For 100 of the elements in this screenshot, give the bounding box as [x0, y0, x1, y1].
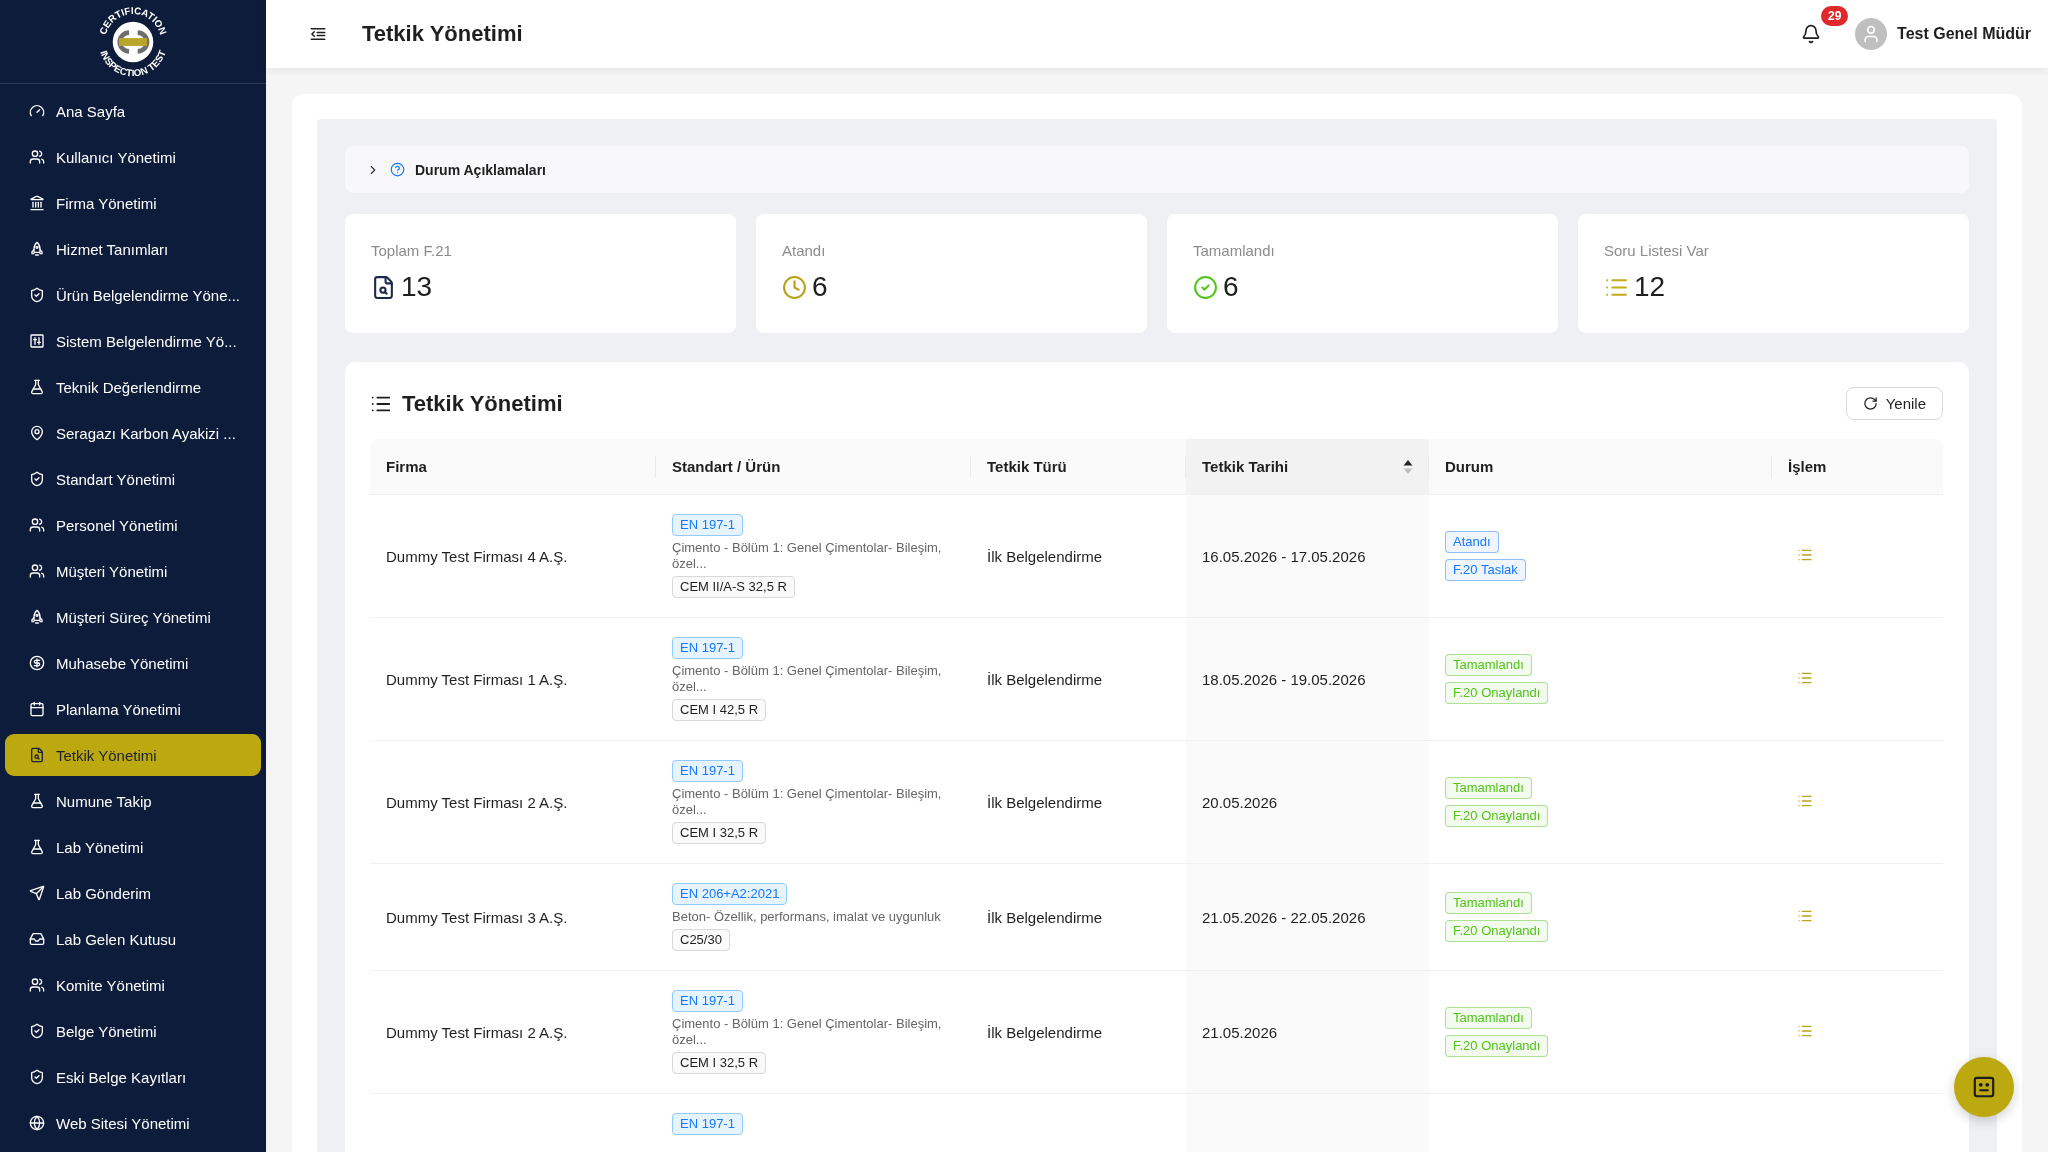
shield-check-icon [29, 1069, 45, 1085]
table-cell: 18.05.2026 - 19.05.2026 [1186, 618, 1429, 741]
users-icon [29, 149, 45, 165]
bank-icon [29, 195, 45, 211]
sidebar-item[interactable]: Hizmet Tanımları [5, 228, 261, 270]
status-tag: Tamamlandı [1445, 1007, 1532, 1029]
sidebar-item[interactable]: Lab Gelen Kutusu [5, 918, 261, 960]
globe-icon [29, 1115, 45, 1131]
map-pin-icon [29, 425, 45, 441]
sidebar-item[interactable]: Firma Yönetimi [5, 182, 261, 224]
status-tag: F.20 Onaylandı [1445, 920, 1549, 942]
status-tag: F.20 Taslak [1445, 559, 1526, 581]
description-text: Çimento - Bölüm 1: Genel Çimentolar- Bileşim, özel... [672, 786, 943, 818]
status-tag: Atandı [1445, 531, 1499, 553]
sidebar-item[interactable]: Komite Yönetimi [5, 964, 261, 1006]
send-icon [29, 885, 45, 901]
shield-check-icon [29, 471, 45, 487]
status-tag: F.20 Onaylandı [1445, 1035, 1549, 1057]
sidebar-item[interactable]: Ürün Belgelendirme Yöne... [5, 274, 261, 316]
shield-check-icon [29, 287, 45, 303]
column-header[interactable]: Tetkik Tarihi [1202, 458, 1289, 475]
standard-tag: EN 197-1 [672, 990, 743, 1012]
rocket-icon [29, 241, 45, 257]
stat-label: Atandı [782, 242, 826, 260]
sidebar-item[interactable]: Sistem Belgelendirme Yö... [5, 320, 261, 362]
help-icon [390, 162, 405, 177]
flask-icon [29, 793, 45, 809]
column-header: Durum [1445, 458, 1494, 475]
sidebar-item[interactable]: Personel Yönetimi [5, 504, 261, 546]
sidebar-item[interactable]: Numune Takip [5, 780, 261, 822]
rocket-icon [29, 609, 45, 625]
flask-icon [29, 379, 45, 395]
stat-label: Tamamlandı [1193, 242, 1275, 260]
dollar-icon [29, 655, 45, 671]
product-tag: C25/30 [672, 929, 730, 951]
stat-label: Toplam F.21 [371, 242, 452, 260]
description-text: Çimento - Bölüm 1: Genel Çimentolar- Bileşim, özel... [672, 663, 943, 695]
sidebar-item[interactable]: Lab Yönetimi [5, 826, 261, 868]
column-header: Standart / Ürün [672, 458, 781, 475]
user-name[interactable]: Test Genel Müdür [1897, 25, 2031, 43]
gauge-icon [29, 103, 45, 119]
sidebar-item[interactable]: Lab Gönderim [5, 872, 261, 914]
users-icon [29, 517, 45, 533]
standard-tag: EN 197-1 [672, 760, 743, 782]
sidebar-item[interactable]: Müşteri Süreç Yönetimi [5, 596, 261, 638]
status-tag: Tamamlandı [1445, 892, 1532, 914]
sidebar-item[interactable]: Ana Sayfa [5, 90, 261, 132]
sliders-icon [29, 333, 45, 349]
sort-icon[interactable] [1403, 458, 1413, 475]
file-search-icon [371, 274, 396, 300]
product-tag: CEM I 32,5 R [672, 822, 767, 844]
page-title: Tetkik Yönetimi [362, 21, 523, 47]
bell-icon[interactable] [1801, 24, 1822, 44]
file-search-icon [29, 747, 45, 763]
table-cell: 21.05.2026 [1186, 971, 1429, 1094]
sidebar-item[interactable]: Muhasebe Yönetimi [5, 642, 261, 684]
legend-toggle[interactable]: Durum Açıklamaları [345, 146, 1969, 193]
clock-icon [782, 274, 807, 300]
users-icon [29, 563, 45, 579]
column-header: Firma [386, 458, 427, 475]
description-text: Çimento - Bölüm 1: Genel Çimentolar- Bileşim, özel... [672, 540, 943, 572]
users-icon [29, 977, 45, 993]
sidebar-item[interactable]: Standart Yönetimi [5, 458, 261, 500]
column-header: İşlem [1788, 458, 1827, 475]
calendar-icon [29, 701, 45, 717]
sidebar-item[interactable]: Belge Yönetimi [5, 1010, 261, 1052]
shield-check-icon [29, 1023, 45, 1039]
standard-tag: EN 197-1 [672, 637, 743, 659]
sidebar-item[interactable]: Web Sitesi Yönetimi [5, 1102, 261, 1144]
sidebar-item[interactable]: Tetkik Yönetimi [5, 734, 261, 776]
status-tag: F.20 Onaylandı [1445, 805, 1549, 827]
table-cell: 20.05.2026 [1186, 741, 1429, 864]
flask-icon [29, 839, 45, 855]
sidebar-item[interactable]: Kullanıcı Yönetimi [5, 136, 261, 178]
stat-value: 6 [1223, 271, 1239, 303]
sidebar-item[interactable]: Eski Belge Kayıtları [5, 1056, 261, 1098]
description-text: Beton- Özellik, performans, imalat ve uygunluk [672, 909, 941, 925]
status-tag: Tamamlandı [1445, 654, 1532, 676]
sidebar-item[interactable]: Teknik Değerlendirme [5, 366, 261, 408]
stat-label: Soru Listesi Var [1604, 242, 1709, 260]
refresh-icon [1862, 396, 1878, 411]
product-tag: CEM I 32,5 R [672, 1052, 767, 1074]
avatar-icon[interactable] [1855, 18, 1888, 50]
table-cell: 16.05.2026 - 17.05.2026 [1186, 495, 1429, 618]
refresh-button[interactable]: Yenile [1845, 387, 1943, 420]
check-circle-icon [1193, 274, 1218, 300]
table-title: Tetkik Yönetimi [402, 390, 563, 417]
sidebar-item[interactable]: Seragazı Karbon Ayakizi ... [5, 412, 261, 454]
standard-tag: EN 206+A2:2021 [672, 883, 788, 905]
description-text: Çimento - Bölüm 1: Genel Çimentolar- Bileşim, özel... [672, 1016, 943, 1048]
sidebar-item[interactable]: Planlama Yönetimi [5, 688, 261, 730]
notification-badge: 29 [1821, 6, 1849, 26]
menu-icon[interactable] [309, 25, 327, 43]
bot-icon [1971, 1074, 1997, 1100]
status-tag: F.20 Onaylandı [1445, 682, 1549, 704]
stat-value: 13 [401, 271, 433, 303]
standard-tag: EN 197-1 [672, 514, 743, 536]
product-tag: CEM II/A-S 32,5 R [672, 576, 795, 598]
inbox-icon [29, 931, 45, 947]
sidebar-item[interactable]: Müşteri Yönetimi [5, 550, 261, 592]
